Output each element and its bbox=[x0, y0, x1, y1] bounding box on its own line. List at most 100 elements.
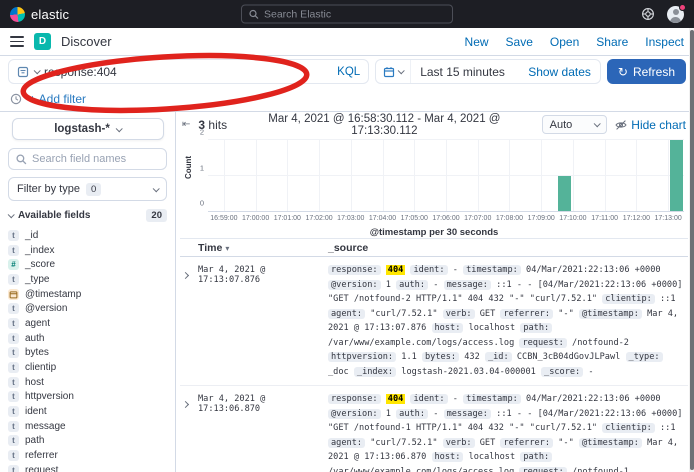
text-field-icon: t bbox=[8, 435, 19, 446]
documents-table: Mar 4, 2021 @ 17:13:07.876response: 404 … bbox=[180, 257, 688, 472]
calendar-icon bbox=[383, 66, 395, 78]
expand-row-icon[interactable] bbox=[180, 392, 198, 472]
field-item-@timestamp[interactable]: @timestamp bbox=[8, 287, 167, 302]
x-axis-label: @timestamp per 30 seconds bbox=[180, 227, 688, 238]
field-key-badge: request: bbox=[519, 338, 566, 348]
query-bar: response:404 KQL Last 15 minutes Show da… bbox=[0, 56, 694, 87]
available-fields-toggle[interactable]: Available fields 20 bbox=[8, 209, 167, 222]
field-item-path[interactable]: tpath bbox=[8, 434, 167, 449]
field-item-@version[interactable]: t @version bbox=[8, 301, 167, 316]
refresh-label: Refresh bbox=[633, 65, 675, 79]
scrollbar-track[interactable] bbox=[689, 28, 694, 472]
elastic-logo[interactable]: elastic bbox=[10, 7, 69, 22]
field-item-_id[interactable]: t_id bbox=[8, 228, 167, 243]
user-avatar[interactable] bbox=[667, 6, 684, 23]
field-key-badge: clientip: bbox=[602, 423, 655, 433]
field-key-badge: _id: bbox=[485, 352, 512, 362]
field-item-_index[interactable]: t_index bbox=[8, 243, 167, 258]
field-item-request[interactable]: trequest bbox=[8, 463, 167, 472]
chevron-down-icon bbox=[594, 120, 601, 127]
field-key-badge: ident: bbox=[410, 394, 447, 404]
time-range-value[interactable]: Last 15 minutes bbox=[411, 65, 519, 79]
gridline bbox=[636, 140, 637, 211]
expand-row-icon[interactable] bbox=[180, 263, 198, 379]
x-tick-label: 17:01:00 bbox=[274, 215, 301, 222]
text-field-icon: t bbox=[8, 303, 19, 314]
hits-header: ⇤ 3 hits Mar 4, 2021 @ 16:58:30.112 - Ma… bbox=[180, 112, 688, 135]
field-key-badge: ident: bbox=[410, 265, 447, 275]
gridline bbox=[208, 175, 684, 176]
field-name: @version bbox=[25, 303, 67, 314]
index-pattern-select[interactable]: logstash-* bbox=[12, 118, 164, 140]
time-cell: Mar 4, 2021 @ 17:13:06.870 bbox=[198, 392, 328, 472]
help-icon[interactable] bbox=[641, 7, 655, 21]
field-item-httpversion[interactable]: thttpversion bbox=[8, 390, 167, 405]
field-item-auth[interactable]: tauth bbox=[8, 331, 167, 346]
field-item-host[interactable]: thost bbox=[8, 375, 167, 390]
refresh-button[interactable]: ↻ Refresh bbox=[607, 59, 686, 84]
filter-by-type-dropdown[interactable]: Filter by type 0 bbox=[8, 177, 167, 201]
field-name: agent bbox=[25, 318, 50, 329]
field-key-badge: path: bbox=[520, 452, 552, 462]
hide-chart-button[interactable]: Hide chart bbox=[615, 118, 686, 132]
search-icon bbox=[16, 154, 27, 165]
gridline bbox=[414, 140, 415, 211]
field-name: _index bbox=[25, 245, 54, 256]
menu-icon[interactable] bbox=[10, 36, 24, 47]
scrollbar-thumb[interactable] bbox=[690, 30, 694, 470]
nav-action-inspect[interactable]: Inspect bbox=[645, 35, 684, 49]
gridline bbox=[383, 140, 384, 211]
field-item-agent[interactable]: tagent bbox=[8, 316, 167, 331]
field-name: host bbox=[25, 377, 44, 388]
field-item-bytes[interactable]: tbytes bbox=[8, 346, 167, 361]
nav-action-save[interactable]: Save bbox=[506, 35, 533, 49]
kql-button[interactable]: KQL bbox=[337, 66, 360, 78]
x-tick-label: 17:08:00 bbox=[496, 215, 523, 222]
field-item-clientip[interactable]: tclientip bbox=[8, 360, 167, 375]
x-tick-label: 17:11:00 bbox=[591, 215, 618, 222]
x-tick-label: 17:00:00 bbox=[242, 215, 269, 222]
column-header-time[interactable]: Time▾ bbox=[180, 242, 328, 254]
discover-app-icon[interactable]: D bbox=[34, 33, 51, 50]
field-name: httpversion bbox=[25, 391, 74, 402]
chart-plot-area[interactable]: 012 bbox=[208, 140, 684, 212]
field-name: auth bbox=[25, 333, 44, 344]
x-tick-label: 17:04:00 bbox=[369, 215, 396, 222]
global-search-placeholder: Search Elastic bbox=[264, 8, 331, 20]
histogram-bar[interactable] bbox=[558, 176, 571, 212]
field-search-input[interactable]: Search field names bbox=[8, 148, 167, 170]
x-tick-label: 17:06:00 bbox=[432, 215, 459, 222]
gridline bbox=[573, 140, 574, 211]
field-item-_score[interactable]: #_score bbox=[8, 257, 167, 272]
show-dates-button[interactable]: Show dates bbox=[519, 65, 600, 79]
query-text[interactable]: response:404 bbox=[44, 65, 332, 79]
refresh-icon: ↻ bbox=[618, 66, 628, 78]
gridline bbox=[319, 140, 320, 211]
query-input[interactable]: response:404 KQL bbox=[8, 59, 369, 84]
page-title: Discover bbox=[61, 34, 112, 49]
add-filter-button[interactable]: + Add filter bbox=[29, 92, 86, 106]
chevron-down-icon[interactable] bbox=[34, 67, 41, 74]
field-key-badge: host: bbox=[432, 452, 464, 462]
field-key-badge: verb: bbox=[443, 309, 475, 319]
nav-action-new[interactable]: New bbox=[465, 35, 489, 49]
collapse-sidebar-icon[interactable]: ⇤ bbox=[182, 120, 190, 130]
interval-select[interactable]: Auto bbox=[542, 115, 608, 134]
clock-icon[interactable] bbox=[10, 93, 22, 105]
text-field-icon: t bbox=[8, 230, 19, 241]
field-item-message[interactable]: tmessage bbox=[8, 419, 167, 434]
calendar-dropdown[interactable] bbox=[376, 60, 411, 83]
fields-sidebar: logstash-* Search field names Filter by … bbox=[0, 112, 176, 472]
field-item-referrer[interactable]: treferrer bbox=[8, 448, 167, 463]
nav-action-share[interactable]: Share bbox=[596, 35, 628, 49]
histogram-bar[interactable] bbox=[670, 140, 683, 211]
chevron-down-icon bbox=[153, 185, 160, 192]
nav-action-open[interactable]: Open bbox=[550, 35, 579, 49]
field-item-ident[interactable]: tident bbox=[8, 404, 167, 419]
field-name: _type bbox=[25, 274, 49, 285]
field-key-badge: @version: bbox=[328, 280, 381, 290]
sort-desc-icon: ▾ bbox=[225, 244, 229, 253]
saved-queries-icon[interactable] bbox=[17, 66, 29, 78]
global-search-input[interactable]: Search Elastic bbox=[241, 5, 453, 24]
field-item-_type[interactable]: t_type bbox=[8, 272, 167, 287]
